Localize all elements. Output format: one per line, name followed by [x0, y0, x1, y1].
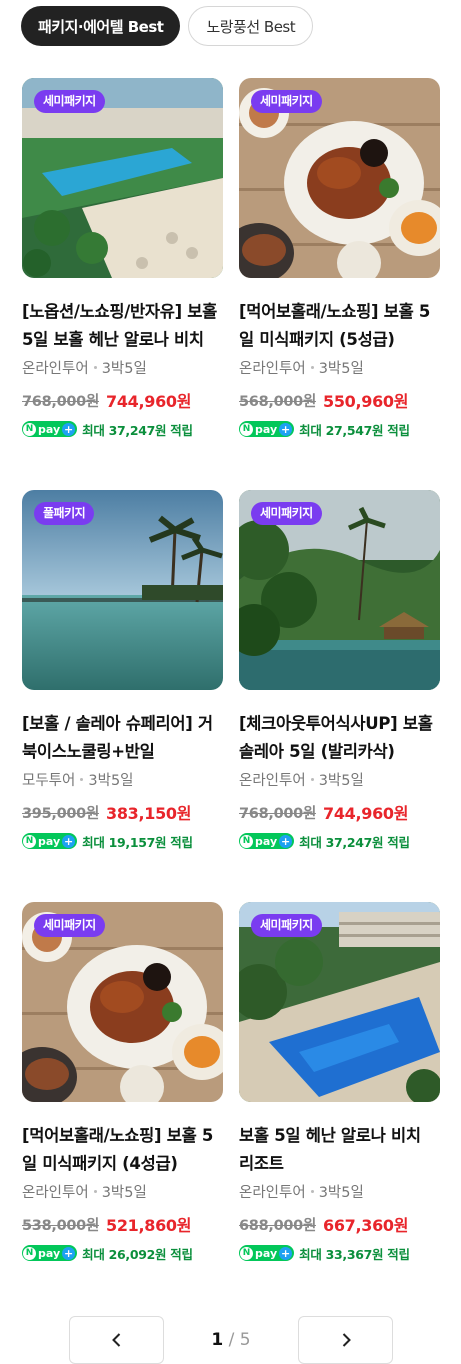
price-row: 768,000원 744,960원 [22, 389, 223, 411]
original-price: 768,000원 [239, 805, 316, 822]
sale-price: 521,860원 [105, 1216, 192, 1235]
original-price: 395,000원 [22, 805, 99, 822]
original-price: 568,000원 [239, 393, 316, 410]
price-row: 568,000원 550,960원 [239, 389, 440, 411]
product-type-badge: 세미패키지 [34, 914, 105, 937]
vendor-name: 모두투어 [22, 772, 76, 789]
npay-points-row: Npay + 최대 37,247원 적립 [22, 419, 223, 439]
product-title[interactable]: [먹어보홀래/노쇼핑] 보홀 5일 미식패키지 (5성급) [239, 298, 440, 354]
npay-plus-icon: Npay + [22, 833, 78, 849]
product-image-food-table[interactable]: 세미패키지 [22, 902, 223, 1102]
max-points: 최대 37,247원 적립 [82, 422, 193, 438]
product-grid: 세미패키지 [노옵션/노쇼핑/반자유] 보홀 5일 보홀 헤난 알로나 비치 온… [22, 78, 440, 1314]
trip-duration: 3박5일 [88, 772, 134, 789]
product-meta: 온라인투어 3박5일 [239, 768, 440, 790]
next-page-button[interactable] [298, 1316, 393, 1364]
trip-duration: 3박5일 [101, 1184, 147, 1201]
product-type-badge: 풀패키지 [34, 502, 95, 525]
product-card[interactable]: 세미패키지 [먹어보홀래/노쇼핑] 보홀 5일 미식패키지 (5성급) 온라인투… [239, 78, 440, 490]
vendor-name: 온라인투어 [239, 1184, 306, 1201]
separator-dot [310, 365, 314, 369]
original-price: 768,000원 [22, 393, 99, 410]
product-image-resort-aerial[interactable]: 세미패키지 [22, 78, 223, 278]
separator-dot [80, 777, 84, 781]
vendor-name: 온라인투어 [22, 1184, 89, 1201]
product-title[interactable]: [체크아웃투어식사UP] 보홀 솔레아 5일 (발리카삭) [239, 710, 440, 766]
sale-price: 667,360원 [322, 1216, 409, 1235]
npay-points-row: Npay + 최대 37,247원 적립 [239, 831, 440, 851]
vendor-name: 온라인투어 [22, 360, 89, 377]
trip-duration: 3박5일 [101, 360, 147, 377]
max-points: 최대 26,092원 적립 [82, 1246, 193, 1262]
npay-points-row: Npay + 최대 33,367원 적립 [239, 1243, 440, 1263]
product-card[interactable]: 세미패키지 보홀 5일 헤난 알로나 비치 리조트 온라인투어 3박5일 688… [239, 902, 440, 1314]
sale-price: 383,150원 [105, 804, 192, 823]
tab-package-airtel-best[interactable]: 패키지·에어텔 Best [21, 6, 181, 46]
product-meta: 온라인투어 3박5일 [22, 356, 223, 378]
product-title[interactable]: [보홀 / 솔레아 슈페리어] 거북이스노쿨링+반일 [22, 710, 223, 766]
separator-dot [310, 777, 314, 781]
product-type-badge: 세미패키지 [251, 90, 322, 113]
chevron-left-icon [111, 1333, 120, 1347]
product-image-infinity-pool[interactable]: 풀패키지 [22, 490, 223, 690]
npay-points-row: Npay + 최대 27,547원 적립 [239, 419, 440, 439]
max-points: 최대 19,157원 적립 [82, 834, 193, 850]
sale-price: 744,960원 [322, 804, 409, 823]
npay-plus-icon: Npay + [239, 1245, 295, 1261]
product-type-badge: 세미패키지 [34, 90, 105, 113]
trip-duration: 3박5일 [318, 360, 364, 377]
product-meta: 온라인투어 3박5일 [239, 1180, 440, 1202]
product-meta: 모두투어 3박5일 [22, 768, 223, 790]
category-tabs: 패키지·에어텔 Best 노랑풍선 Best [21, 6, 314, 46]
price-row: 688,000원 667,360원 [239, 1213, 440, 1235]
max-points: 최대 37,247원 적립 [299, 834, 410, 850]
separator-dot [310, 1189, 314, 1193]
product-title[interactable]: [먹어보홀래/노쇼핑] 보홀 5일 미식패키지 (4성급) [22, 1122, 223, 1178]
separator-dot [93, 1189, 97, 1193]
product-image-food-table[interactable]: 세미패키지 [239, 78, 440, 278]
product-card[interactable]: 풀패키지 [보홀 / 솔레아 슈페리어] 거북이스노쿨링+반일 모두투어 3박5… [22, 490, 223, 902]
max-points: 최대 33,367원 적립 [299, 1246, 410, 1262]
sale-price: 744,960원 [105, 392, 192, 411]
trip-duration: 3박5일 [318, 1184, 364, 1201]
tab-yellow-balloon-best[interactable]: 노랑풍선 Best [188, 6, 314, 46]
price-row: 768,000원 744,960원 [239, 801, 440, 823]
product-card[interactable]: 세미패키지 [체크아웃투어식사UP] 보홀 솔레아 5일 (발리카삭) 온라인투… [239, 490, 440, 902]
pagination: 1 / 5 [69, 1316, 393, 1364]
npay-plus-icon: Npay + [239, 421, 295, 437]
page-separator: / [228, 1330, 235, 1350]
product-meta: 온라인투어 3박5일 [239, 356, 440, 378]
original-price: 538,000원 [22, 1217, 99, 1234]
sale-price: 550,960원 [322, 392, 409, 411]
price-row: 395,000원 383,150원 [22, 801, 223, 823]
npay-plus-icon: Npay + [22, 1245, 78, 1261]
chevron-right-icon [342, 1333, 351, 1347]
product-meta: 온라인투어 3박5일 [22, 1180, 223, 1202]
page-indicator: 1 / 5 [211, 1330, 250, 1350]
product-card[interactable]: 세미패키지 [노옵션/노쇼핑/반자유] 보홀 5일 보홀 헤난 알로나 비치 온… [22, 78, 223, 490]
product-title[interactable]: 보홀 5일 헤난 알로나 비치 리조트 [239, 1122, 440, 1178]
product-type-badge: 세미패키지 [251, 502, 322, 525]
npay-plus-icon: Npay + [239, 833, 295, 849]
npay-plus-icon: Npay + [22, 421, 78, 437]
price-row: 538,000원 521,860원 [22, 1213, 223, 1235]
product-image-resort-pool[interactable]: 세미패키지 [239, 902, 440, 1102]
vendor-name: 온라인투어 [239, 772, 306, 789]
product-card[interactable]: 세미패키지 [먹어보홀래/노쇼핑] 보홀 5일 미식패키지 (4성급) 온라인투… [22, 902, 223, 1314]
prev-page-button[interactable] [69, 1316, 164, 1364]
product-type-badge: 세미패키지 [251, 914, 322, 937]
total-pages: 5 [239, 1330, 251, 1350]
npay-points-row: Npay + 최대 19,157원 적립 [22, 831, 223, 851]
npay-points-row: Npay + 최대 26,092원 적립 [22, 1243, 223, 1263]
trip-duration: 3박5일 [318, 772, 364, 789]
max-points: 최대 27,547원 적립 [299, 422, 410, 438]
product-image-river-jungle[interactable]: 세미패키지 [239, 490, 440, 690]
product-title[interactable]: [노옵션/노쇼핑/반자유] 보홀 5일 보홀 헤난 알로나 비치 [22, 298, 223, 354]
separator-dot [93, 365, 97, 369]
current-page: 1 [211, 1330, 224, 1350]
original-price: 688,000원 [239, 1217, 316, 1234]
vendor-name: 온라인투어 [239, 360, 306, 377]
